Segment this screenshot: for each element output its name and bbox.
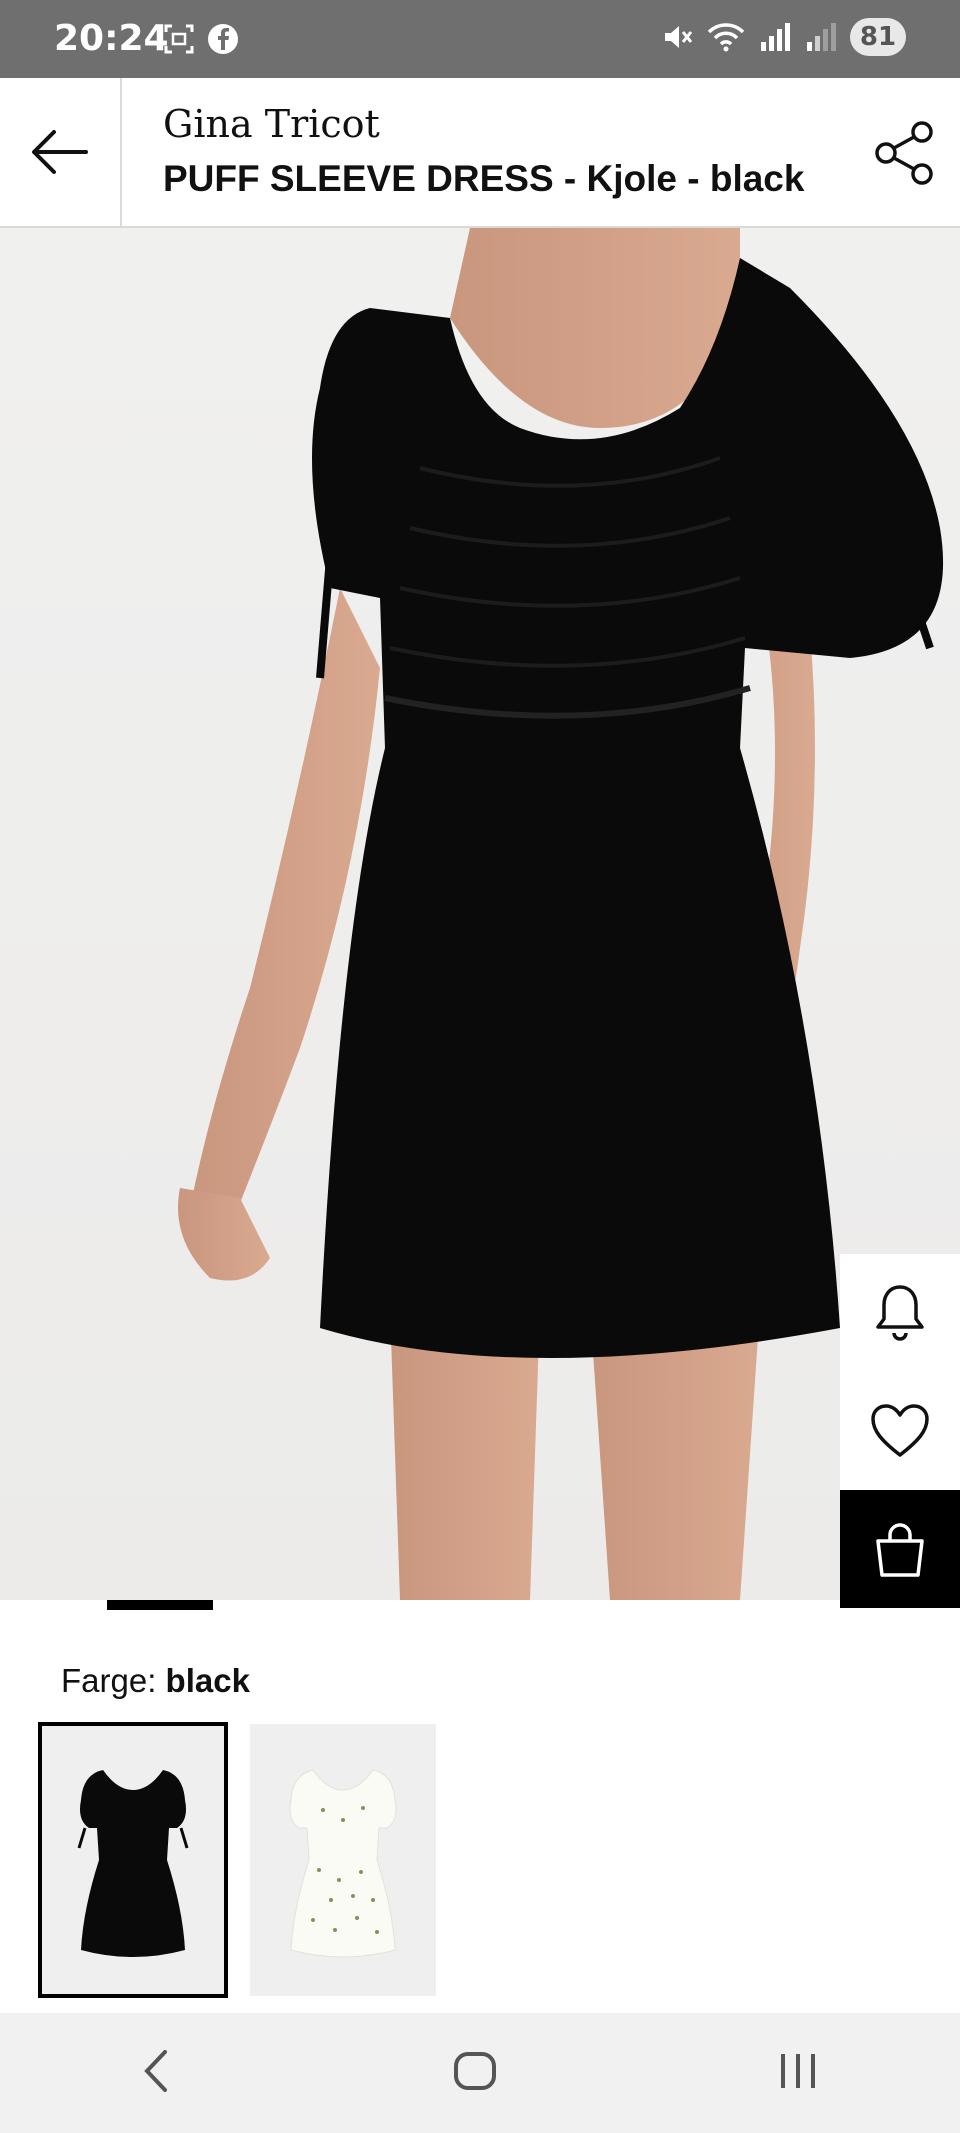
wifi-icon <box>707 23 745 52</box>
signal-icon <box>761 23 790 51</box>
color-swatch-white-floral[interactable] <box>250 1724 436 1996</box>
heart-icon <box>871 1404 929 1457</box>
status-time: 20:24 <box>54 18 169 59</box>
color-label-prefix: Farge: <box>61 1662 157 1699</box>
recents-nav-icon <box>781 2053 816 2088</box>
system-nav-bar <box>0 2013 960 2133</box>
notify-button[interactable] <box>840 1254 960 1372</box>
swatch-image-white-dress <box>289 1769 397 1958</box>
color-label-value: black <box>165 1662 250 1699</box>
side-actions <box>840 1254 960 1608</box>
back-arrow-icon <box>32 130 88 174</box>
home-nav-icon <box>453 2051 496 2090</box>
nav-back-button[interactable] <box>137 2046 177 2101</box>
swatch-image-black-dress <box>77 1770 189 1957</box>
brand-name[interactable]: Gina Tricot <box>163 102 380 146</box>
product-title: PUFF SLEEVE DRESS - Kjole - black <box>163 158 805 199</box>
image-carousel-indicator <box>107 1600 213 1610</box>
nav-recents-button[interactable] <box>773 2046 823 2101</box>
back-button[interactable] <box>0 78 122 226</box>
facebook-icon <box>208 24 238 54</box>
add-to-bag-button[interactable] <box>840 1490 960 1608</box>
product-photo-dress <box>178 228 944 1600</box>
nav-home-button[interactable] <box>450 2046 500 2101</box>
status-bar: 20:24 81 <box>0 0 960 78</box>
bag-icon <box>876 1523 924 1577</box>
product-image[interactable] <box>0 228 960 1600</box>
wishlist-button[interactable] <box>840 1372 960 1490</box>
status-left-icons <box>162 22 240 56</box>
color-label: Farge: black <box>61 1662 250 1700</box>
status-right-icons: 81 <box>660 18 906 56</box>
product-header: Gina Tricot PUFF SLEEVE DRESS - Kjole - … <box>0 78 960 228</box>
bell-icon <box>876 1285 924 1341</box>
color-swatch-black[interactable] <box>38 1722 228 1998</box>
share-icon <box>875 121 933 185</box>
screenshot-icon <box>164 24 194 54</box>
share-button[interactable] <box>870 118 940 188</box>
back-nav-icon <box>143 2049 167 2092</box>
battery-indicator: 81 <box>850 18 906 56</box>
signal-icon-2 <box>807 23 836 51</box>
mute-icon <box>665 26 693 48</box>
